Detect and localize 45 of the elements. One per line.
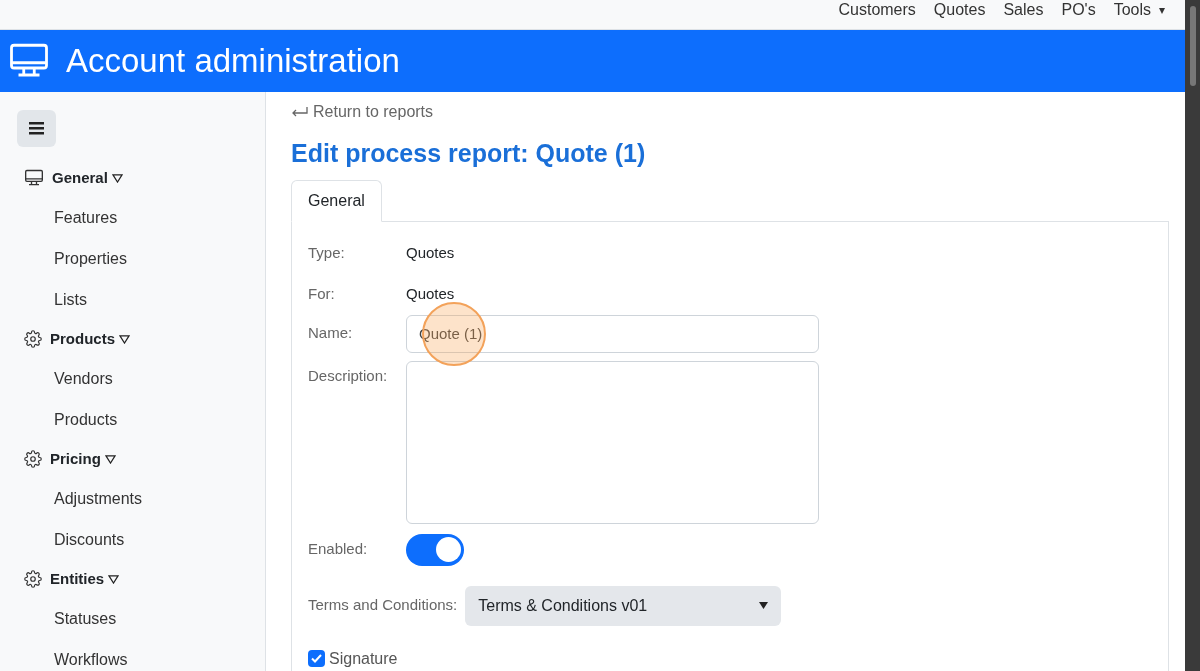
nav-link[interactable]: Quotes bbox=[933, 0, 986, 20]
field-label: For: bbox=[308, 283, 335, 304]
sidebar-item[interactable]: Adjustments bbox=[17, 478, 143, 519]
monitor-icon bbox=[24, 168, 44, 188]
check-icon bbox=[311, 654, 322, 663]
description-field[interactable] bbox=[406, 360, 819, 524]
return-arrow-icon bbox=[291, 106, 308, 118]
sidebar-section[interactable]: General bbox=[52, 166, 123, 190]
sidebar-item[interactable]: Discounts bbox=[17, 519, 125, 560]
nav-link[interactable]: Customers bbox=[838, 0, 916, 20]
sidebar-item[interactable]: Properties bbox=[17, 238, 127, 279]
menu-button[interactable] bbox=[17, 110, 56, 147]
dropdown-arrow-icon bbox=[759, 602, 769, 609]
nav-link[interactable]: Sales bbox=[1003, 0, 1044, 20]
terms-select[interactable]: Terms & Conditions v01 bbox=[465, 585, 782, 626]
gear-icon bbox=[24, 450, 42, 468]
sidebar-item[interactable]: Products bbox=[17, 399, 118, 440]
tab[interactable]: General bbox=[291, 179, 382, 222]
field-value: Quotes bbox=[406, 283, 455, 304]
signature-checkbox[interactable] bbox=[308, 650, 325, 667]
caret-icon: ▾ bbox=[1159, 3, 1165, 17]
sidebar-item[interactable]: Statuses bbox=[17, 598, 117, 639]
sidebar-item[interactable]: Lists bbox=[17, 279, 87, 320]
page-header-title: Account administration bbox=[66, 41, 400, 82]
field-label: Name: bbox=[308, 323, 353, 344]
sidebar-section[interactable]: Pricing bbox=[50, 447, 116, 471]
enabled-toggle[interactable] bbox=[406, 533, 464, 566]
back-link[interactable]: Return to reports bbox=[291, 100, 434, 124]
sidebar-section[interactable]: Products bbox=[50, 327, 130, 351]
field-value: Quotes bbox=[406, 242, 455, 263]
nav-link[interactable]: Tools ▾ bbox=[1113, 0, 1165, 20]
field-label: Terms and Conditions: bbox=[308, 595, 458, 616]
menu-icon bbox=[29, 122, 44, 135]
sidebar-item[interactable]: Vendors bbox=[17, 358, 113, 399]
gear-icon bbox=[24, 330, 42, 348]
checkbox-label: Signature bbox=[329, 648, 398, 669]
field-label: Enabled: bbox=[308, 539, 368, 560]
field-label: Description: bbox=[308, 365, 388, 386]
page-title: Edit process report: Quote (1) bbox=[291, 138, 647, 169]
sidebar-item[interactable]: Workflows bbox=[17, 639, 128, 671]
nav-link[interactable]: PO's bbox=[1061, 0, 1096, 20]
sidebar-section[interactable]: Entities bbox=[50, 567, 120, 591]
field-label: Type: bbox=[308, 242, 346, 263]
gear-icon bbox=[24, 570, 42, 588]
sidebar-item[interactable]: Features bbox=[17, 197, 118, 238]
